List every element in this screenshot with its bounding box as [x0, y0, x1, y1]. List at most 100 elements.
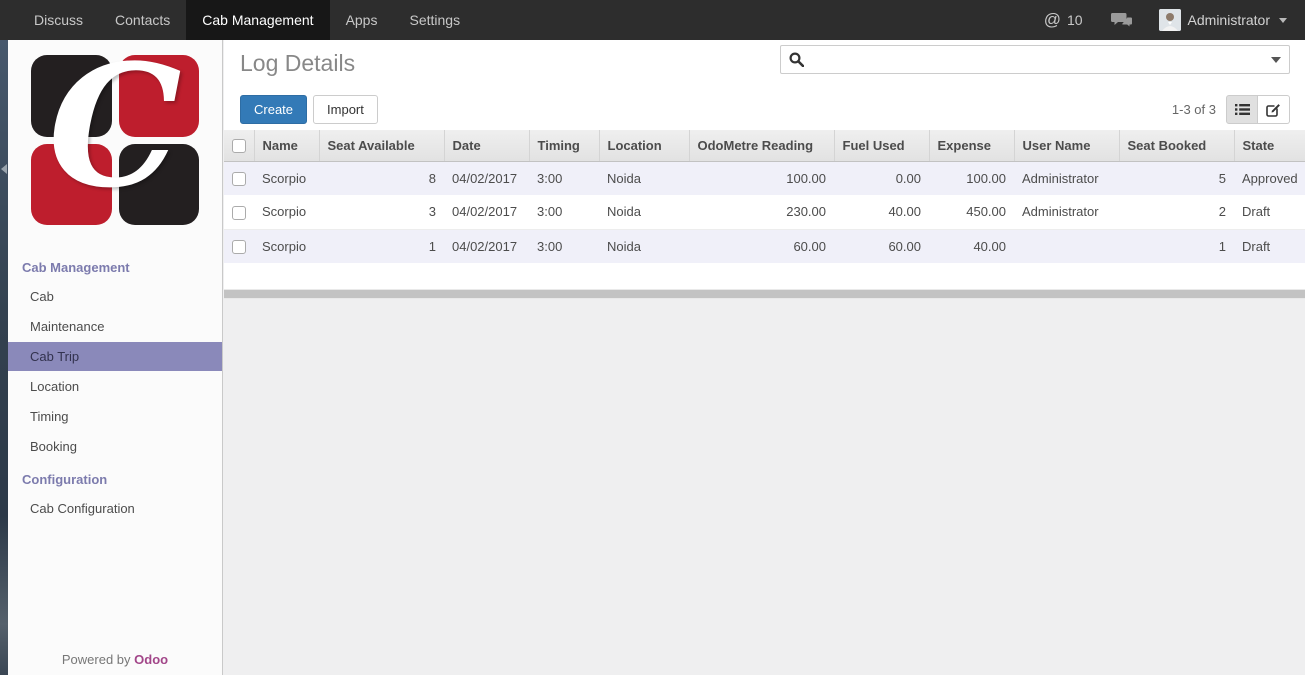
page-title: Log Details	[240, 50, 355, 77]
powered-by-text: Powered by	[62, 652, 131, 667]
cell-name: Scorpio	[254, 229, 319, 263]
logo-square-black-br	[119, 144, 200, 226]
table-row[interactable]: Scorpio 1 04/02/2017 3:00 Noida 60.00 60…	[224, 229, 1305, 263]
create-button[interactable]: Create	[240, 95, 307, 124]
col-header-user-name[interactable]: User Name	[1014, 130, 1119, 161]
cell-fuel-used: 40.00	[834, 195, 929, 229]
control-panel: Log Details Create Import 1-3 of 3	[224, 40, 1305, 130]
cell-state: Draft	[1234, 229, 1305, 263]
col-header-location[interactable]: Location	[599, 130, 689, 161]
pager-area: 1-3 of 3	[1172, 95, 1290, 124]
mentions-counter[interactable]: @ 10	[1034, 10, 1093, 30]
sidebar-item-cab-configuration[interactable]: Cab Configuration	[8, 494, 222, 523]
logo-square-red-bl	[31, 144, 112, 226]
form-view-button[interactable]	[1258, 95, 1290, 124]
log-details-table: Name Seat Available Date Timing Location…	[224, 130, 1305, 289]
col-header-state[interactable]: State	[1234, 130, 1305, 161]
cell-date: 04/02/2017	[444, 195, 529, 229]
cell-expense: 40.00	[929, 229, 1014, 263]
cell-name: Scorpio	[254, 195, 319, 229]
col-header-name[interactable]: Name	[254, 130, 319, 161]
cell-expense: 100.00	[929, 161, 1014, 195]
cell-seat-booked: 5	[1119, 161, 1234, 195]
cell-date: 04/02/2017	[444, 229, 529, 263]
row-checkbox[interactable]	[232, 206, 246, 220]
row-select-cell	[224, 161, 254, 195]
table-row[interactable]: Scorpio 8 04/02/2017 3:00 Noida 100.00 0…	[224, 161, 1305, 195]
list-view-button[interactable]	[1226, 95, 1258, 124]
sidebar-item-maintenance[interactable]: Maintenance	[8, 312, 222, 341]
nav-item-settings[interactable]: Settings	[393, 0, 476, 40]
select-all-checkbox[interactable]	[232, 139, 246, 153]
row-checkbox[interactable]	[232, 240, 246, 254]
cell-expense: 450.00	[929, 195, 1014, 229]
mention-at-icon: @	[1044, 10, 1061, 30]
odoo-brand-link[interactable]: Odoo	[134, 652, 168, 667]
col-header-timing[interactable]: Timing	[529, 130, 599, 161]
sidebar-item-cab[interactable]: Cab	[8, 282, 222, 311]
col-header-expense[interactable]: Expense	[929, 130, 1014, 161]
powered-by: Powered by Odoo	[8, 652, 222, 667]
cell-user-name	[1014, 229, 1119, 263]
cell-location: Noida	[599, 195, 689, 229]
cell-state: Draft	[1234, 195, 1305, 229]
chat-bubbles-icon	[1111, 12, 1133, 28]
search-input[interactable]	[810, 47, 1271, 72]
pager-text: 1-3 of 3	[1172, 102, 1216, 117]
cell-seat-available: 3	[319, 195, 444, 229]
user-menu[interactable]: Administrator	[1151, 9, 1287, 31]
cell-timing: 3:00	[529, 195, 599, 229]
top-navbar: Discuss Contacts Cab Management Apps Set…	[0, 0, 1305, 40]
col-header-odometre-reading[interactable]: OdoMetre Reading	[689, 130, 834, 161]
chat-button[interactable]	[1099, 12, 1145, 28]
cell-fuel-used: 60.00	[834, 229, 929, 263]
app-menu: Discuss Contacts Cab Management Apps Set…	[0, 0, 476, 40]
cell-fuel-used: 0.00	[834, 161, 929, 195]
table-row[interactable]: Scorpio 3 04/02/2017 3:00 Noida 230.00 4…	[224, 195, 1305, 229]
col-header-seat-available[interactable]: Seat Available	[319, 130, 444, 161]
table-header-row: Name Seat Available Date Timing Location…	[224, 130, 1305, 161]
search-filters-caret-icon[interactable]	[1271, 57, 1281, 63]
search-box	[780, 45, 1290, 74]
user-menu-caret-icon	[1279, 18, 1287, 23]
nav-item-contacts[interactable]: Contacts	[99, 0, 186, 40]
col-header-fuel-used[interactable]: Fuel Used	[834, 130, 929, 161]
nav-item-cab-management[interactable]: Cab Management	[186, 0, 329, 40]
sidebar-collapse-handle[interactable]	[0, 160, 8, 176]
sidebar-item-timing[interactable]: Timing	[8, 402, 222, 431]
action-buttons: Create Import	[240, 95, 378, 124]
sidebar-item-location[interactable]: Location	[8, 372, 222, 401]
table-empty-row	[224, 263, 1305, 289]
sidebar-item-cab-trip[interactable]: Cab Trip	[8, 342, 222, 371]
col-header-date[interactable]: Date	[444, 130, 529, 161]
sidebar-item-booking[interactable]: Booking	[8, 432, 222, 461]
select-all-header	[224, 130, 254, 161]
cell-seat-available: 8	[319, 161, 444, 195]
cell-user-name: Administrator	[1014, 161, 1119, 195]
nav-item-apps[interactable]: Apps	[330, 0, 394, 40]
logo-square-black-tl	[31, 55, 112, 137]
import-button[interactable]: Import	[313, 95, 378, 124]
cell-date: 04/02/2017	[444, 161, 529, 195]
nav-item-discuss[interactable]: Discuss	[18, 0, 99, 40]
horizontal-scrollbar-thumb[interactable]	[224, 290, 1305, 298]
menu-heading-configuration: Configuration	[8, 465, 222, 494]
cell-location: Noida	[599, 161, 689, 195]
cell-odometre-reading: 60.00	[689, 229, 834, 263]
cell-seat-booked: 1	[1119, 229, 1234, 263]
row-checkbox[interactable]	[232, 172, 246, 186]
row-select-cell	[224, 195, 254, 229]
sidebar-menu-cab-management: Cab Management Cab Maintenance Cab Trip …	[8, 253, 222, 461]
logo-grid	[31, 55, 199, 225]
background-edge-strip	[0, 40, 8, 675]
topbar-right: @ 10 Administrator	[1034, 0, 1305, 40]
col-header-seat-booked[interactable]: Seat Booked	[1119, 130, 1234, 161]
avatar	[1159, 9, 1181, 31]
cell-odometre-reading: 230.00	[689, 195, 834, 229]
cell-state: Approved	[1234, 161, 1305, 195]
form-edit-icon	[1266, 103, 1281, 117]
cell-timing: 3:00	[529, 161, 599, 195]
row-select-cell	[224, 229, 254, 263]
view-switcher	[1226, 95, 1290, 124]
sidebar-menu-configuration: Configuration Cab Configuration	[8, 465, 222, 523]
